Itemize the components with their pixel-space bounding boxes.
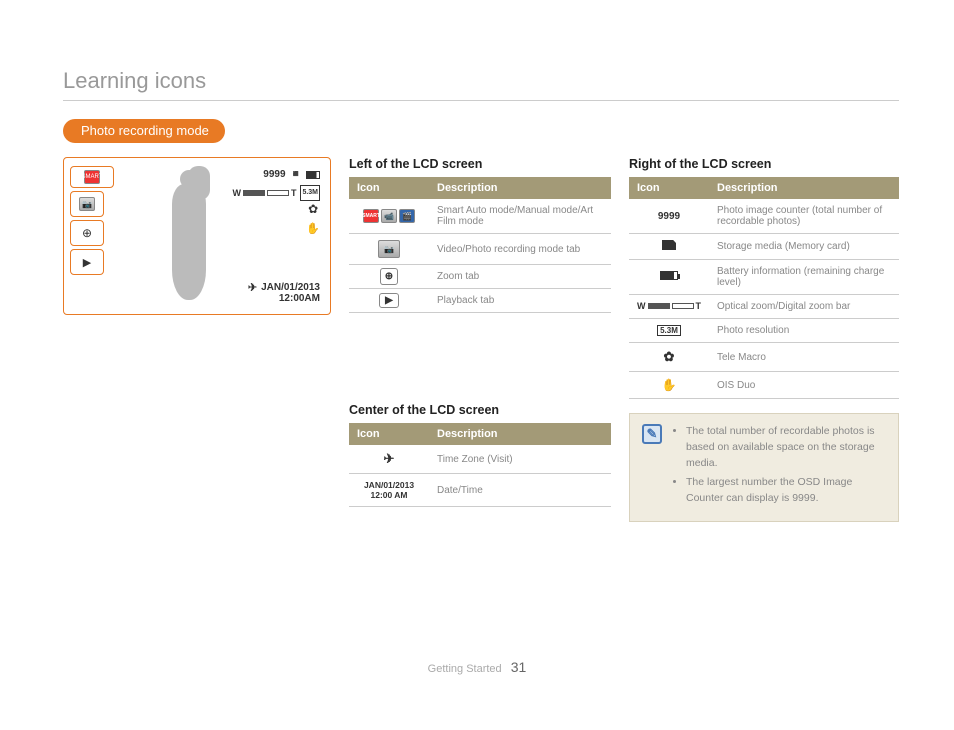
page-footer: Getting Started 31 (0, 659, 954, 675)
note-icon: ✎ (642, 424, 662, 444)
cell-desc: Date/Time (429, 474, 611, 507)
zoom-tab-icon: ⊕ (70, 220, 104, 246)
table-row: Battery information (remaining charge le… (629, 260, 899, 295)
camera-icon: 📷 (349, 234, 429, 265)
mode-strip-icon: SMART (70, 166, 114, 188)
timezone-icon: ✈ (248, 283, 257, 294)
datetime-icon: JAN/01/2013 12:00 AM (349, 474, 429, 507)
resolution-icon: 5.3M (629, 319, 709, 343)
cell-desc: Photo resolution (709, 319, 899, 343)
zoom-bar-icon: WT (629, 295, 709, 319)
counter-icon: 9999 (629, 199, 709, 234)
table-row: SMART📹🎬 Smart Auto mode/Manual mode/Art … (349, 199, 611, 234)
note-item: The total number of recordable photos is… (686, 424, 886, 471)
right-table: Icon Description 9999 Photo image counte… (629, 177, 899, 399)
cell-desc: Smart Auto mode/Manual mode/Art Film mod… (429, 199, 611, 234)
th-icon: Icon (349, 177, 429, 199)
playback-tab-icon: ▶ (70, 249, 104, 275)
cell-desc: Tele Macro (709, 343, 899, 372)
note-box: ✎ The total number of recordable photos … (629, 413, 899, 522)
table-row: 9999 Photo image counter (total number o… (629, 199, 899, 234)
th-icon: Icon (629, 177, 709, 199)
zoom-bar-icon: WT 5.3M (232, 185, 320, 201)
center-table: Icon Description ✈ Time Zone (Visit) JAN… (349, 423, 611, 507)
table-row: ✿ Tele Macro (629, 343, 899, 372)
card-icon: ◾ (290, 168, 302, 182)
table-row: 5.3M Photo resolution (629, 319, 899, 343)
lcd-date: JAN/01/2013 (261, 282, 320, 293)
table-row: 📷 Video/Photo recording mode tab (349, 234, 611, 265)
cell-desc: Storage media (Memory card) (709, 234, 899, 260)
page-title: Learning icons (63, 68, 899, 101)
th-desc: Description (709, 177, 899, 199)
lcd-time: 12:00AM (261, 293, 320, 304)
timezone-icon: ✈ (349, 445, 429, 474)
footer-page-number: 31 (511, 659, 527, 675)
zoom-icon: ⊕ (349, 265, 429, 289)
cell-desc: Photo image counter (total number of rec… (709, 199, 899, 234)
th-desc: Description (429, 177, 611, 199)
table-row: ▶ Playback tab (349, 289, 611, 313)
th-icon: Icon (349, 423, 429, 445)
silhouette-graphic (158, 170, 218, 300)
card-icon (629, 234, 709, 260)
center-table-title: Center of the LCD screen (349, 403, 611, 417)
cell-desc: Optical zoom/Digital zoom bar (709, 295, 899, 319)
ois-icon: ✋ (306, 222, 320, 235)
left-table-title: Left of the LCD screen (349, 157, 611, 171)
footer-section: Getting Started (428, 663, 502, 675)
battery-icon (629, 260, 709, 295)
table-row: JAN/01/2013 12:00 AM Date/Time (349, 474, 611, 507)
table-row: ✋ OIS Duo (629, 372, 899, 399)
right-table-title: Right of the LCD screen (629, 157, 899, 171)
note-item: The largest number the OSD Image Counter… (686, 475, 886, 507)
cell-desc: Playback tab (429, 289, 611, 313)
table-row: ⊕ Zoom tab (349, 265, 611, 289)
macro-icon: ✿ (308, 202, 318, 216)
cell-desc: Time Zone (Visit) (429, 445, 611, 474)
cell-desc: Zoom tab (429, 265, 611, 289)
lcd-counter: 9999 (263, 168, 285, 182)
cell-desc: Battery information (remaining charge le… (709, 260, 899, 295)
battery-icon (306, 171, 320, 179)
th-desc: Description (429, 423, 611, 445)
playback-icon: ▶ (349, 289, 429, 313)
lcd-mockup: SMART 📷 ⊕ ▶ 9999 (63, 157, 331, 315)
macro-icon: ✿ (629, 343, 709, 372)
left-table: Icon Description SMART📹🎬 Smart Auto mode… (349, 177, 611, 313)
table-row: WT Optical zoom/Digital zoom bar (629, 295, 899, 319)
recording-tab-icon: 📷 (70, 191, 104, 217)
ois-icon: ✋ (629, 372, 709, 399)
mode-strip-icon: SMART📹🎬 (349, 199, 429, 234)
table-row: Storage media (Memory card) (629, 234, 899, 260)
table-row: ✈ Time Zone (Visit) (349, 445, 611, 474)
cell-desc: OIS Duo (709, 372, 899, 399)
cell-desc: Video/Photo recording mode tab (429, 234, 611, 265)
section-pill: Photo recording mode (63, 119, 225, 143)
